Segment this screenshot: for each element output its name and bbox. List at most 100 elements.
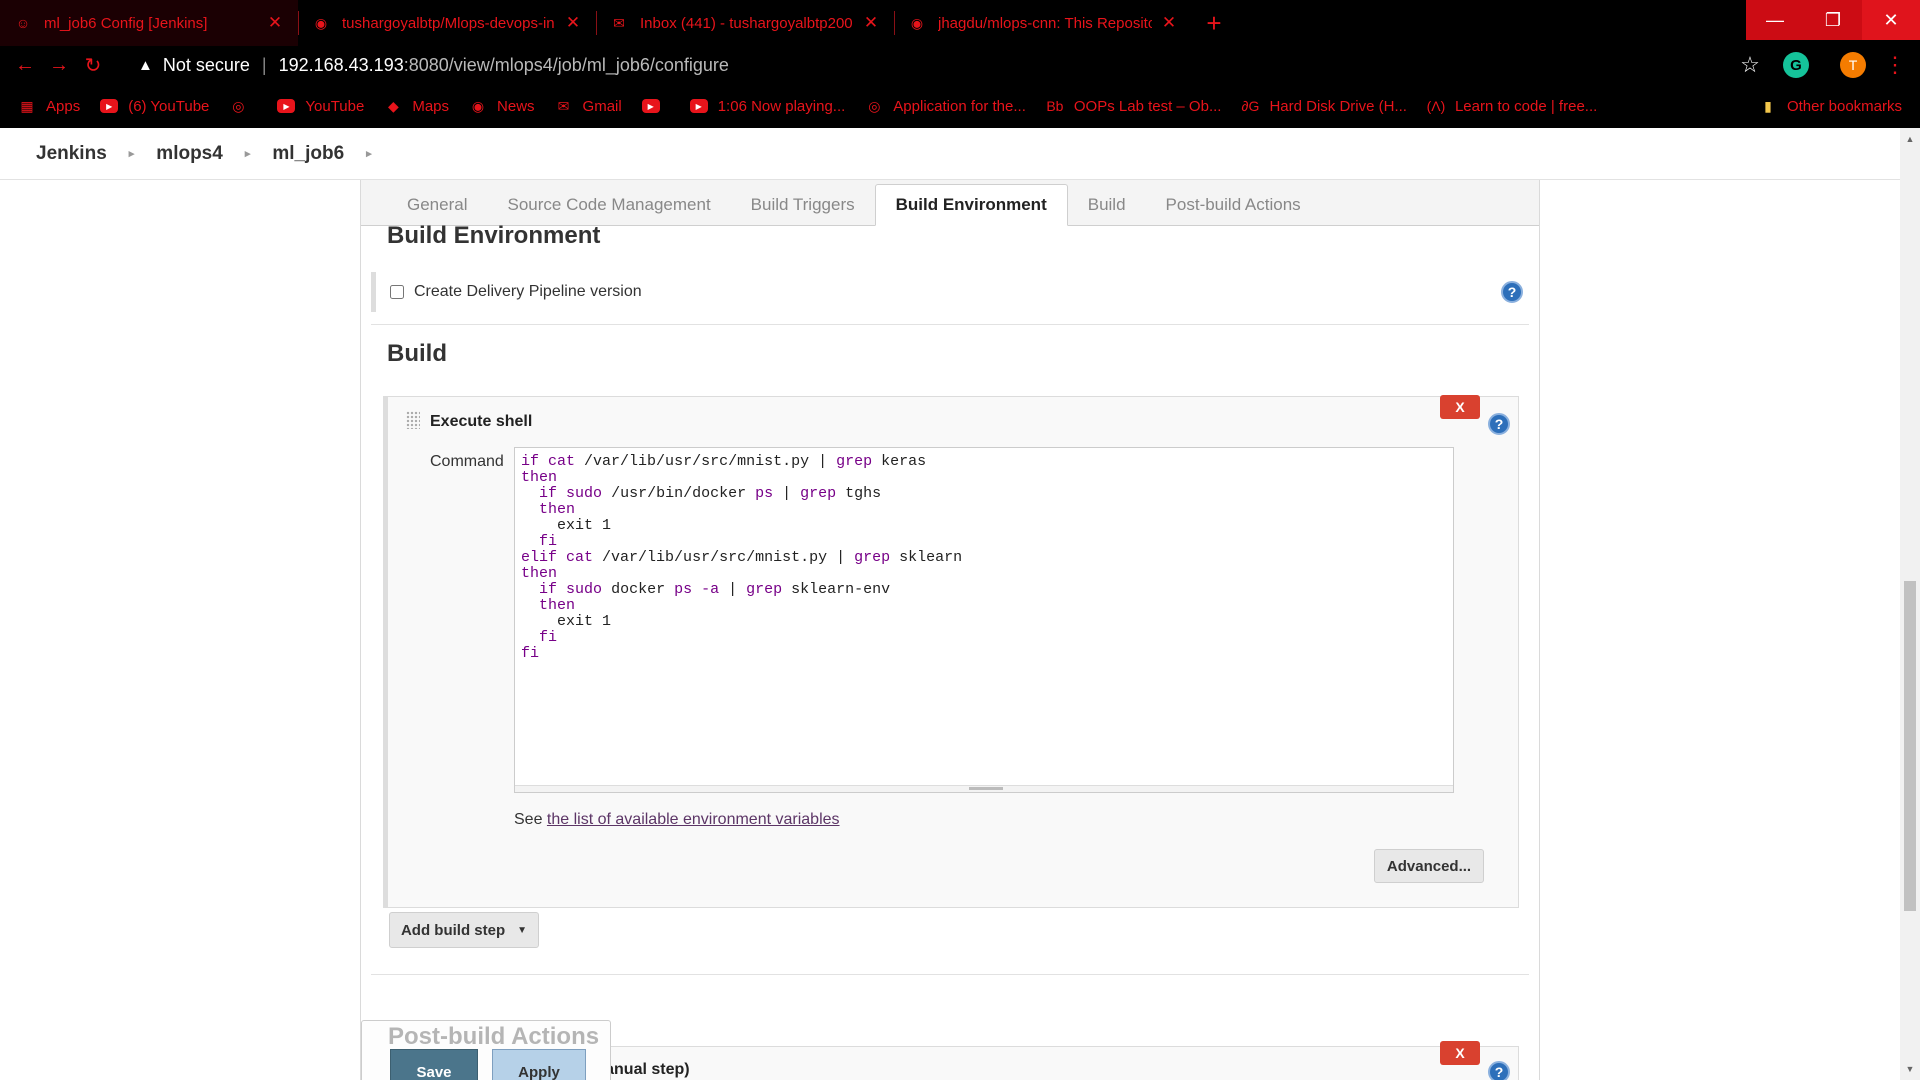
delivery-pipeline-row: Create Delivery Pipeline version ? — [371, 272, 1531, 312]
gmail-icon: ✉ — [557, 97, 570, 114]
bookmark-label: Maps — [412, 97, 450, 115]
delete-step-button[interactable]: X — [1440, 1041, 1480, 1065]
caret-down-icon: ▼ — [517, 924, 528, 936]
freecodecamp-icon: (Λ) — [1426, 98, 1446, 114]
bookmark-label: Gmail — [582, 97, 622, 115]
env-vars-hint: See the list of available environment va… — [514, 811, 840, 829]
minimize-button[interactable]: — — [1746, 0, 1804, 40]
build-environment-heading: Build Environment — [387, 222, 601, 249]
textarea-resize-handle[interactable] — [515, 785, 1453, 792]
new-tab-button[interactable]: + — [1192, 0, 1236, 46]
tab-source-code-management[interactable]: Source Code Management — [487, 185, 730, 225]
omnibox[interactable]: ▲ Not secure | 192.168.43.193:8080/view/… — [138, 50, 1758, 80]
bookmark-item[interactable]: ▦ Apps — [18, 97, 80, 115]
forward-button[interactable]: → — [44, 50, 74, 80]
add-build-step-button[interactable]: Add build step ▼ — [389, 912, 539, 948]
github-icon: ◉ — [910, 14, 924, 31]
maps-icon: ◆ — [387, 97, 399, 114]
bookmark-item[interactable]: ✉ Gmail — [555, 97, 622, 115]
close-window-button[interactable]: ✕ — [1862, 0, 1920, 40]
command-line: then — [521, 469, 558, 486]
scroll-up-icon[interactable]: ▲ — [1900, 130, 1920, 148]
breadcrumb-jenkins[interactable]: Jenkins — [36, 143, 107, 165]
browser-tab[interactable]: ☺ ml_job6 Config [Jenkins] ✕ — [0, 0, 298, 46]
command-line: if sudo docker ps -a | grep sklearn-env — [539, 581, 891, 598]
tab-post-build-actions[interactable]: Post-build Actions — [1146, 185, 1321, 225]
delete-step-button[interactable]: X — [1440, 395, 1480, 419]
breadcrumb-arrow-icon[interactable]: ▸ — [366, 147, 372, 160]
command-line: exit 1 — [521, 517, 612, 534]
reload-button[interactable]: ↻ — [78, 50, 108, 80]
bookmark-label: (6) YouTube — [128, 97, 210, 115]
scroll-down-icon[interactable]: ▼ — [1900, 1060, 1920, 1078]
page-scrollbar[interactable]: ▲ ▼ — [1900, 128, 1920, 1080]
bookmark-item[interactable]: ▶ (6) YouTube — [100, 97, 209, 115]
apply-button[interactable]: Apply — [492, 1049, 586, 1080]
bookmark-item[interactable]: ∂G Hard Disk Drive (H... — [1241, 97, 1407, 115]
tab-build-environment[interactable]: Build Environment — [874, 184, 1068, 226]
bookmark-item[interactable]: Bb OOPs Lab test – Ob... — [1046, 97, 1222, 115]
tab-general[interactable]: General — [387, 185, 487, 225]
section-divider — [371, 324, 1529, 325]
bookmark-star-icon[interactable]: ☆ — [1735, 50, 1765, 80]
url-path[interactable]: :8080/view/mlops4/job/ml_job6/configure — [404, 55, 729, 76]
command-label: Command — [430, 453, 504, 470]
close-tab-icon[interactable]: ✕ — [1160, 13, 1178, 33]
youtube-icon: ▶ — [641, 97, 660, 115]
browser-tab[interactable]: ✉ Inbox (441) - tushargoyalbtp200 ✕ — [596, 0, 894, 46]
bookmark-item[interactable]: ◎ Application for the... — [865, 97, 1026, 115]
folder-icon: ▮ — [1764, 97, 1772, 114]
help-icon[interactable]: ? — [1488, 413, 1510, 435]
delivery-pipeline-checkbox[interactable] — [390, 285, 404, 299]
bookmark-item[interactable]: ◆ Maps — [384, 97, 449, 115]
bookmark-item[interactable]: ◎ — [229, 97, 257, 115]
bookmark-item[interactable]: ◉ News — [469, 97, 535, 115]
bookmark-label: Application for the... — [893, 97, 1026, 115]
env-vars-link[interactable]: the list of available environment variab… — [547, 811, 840, 828]
breadcrumb-arrow-icon[interactable]: ▸ — [245, 147, 251, 160]
browser-menu-icon[interactable]: ⋮ — [1884, 50, 1906, 80]
browser-tab[interactable]: ◉ jhagdu/mlops-cnn: This Reposito ✕ — [894, 0, 1192, 46]
breadcrumb-mlops4[interactable]: mlops4 — [156, 143, 223, 165]
breadcrumb-arrow-icon[interactable]: ▸ — [129, 147, 135, 160]
bookmark-label: 1:06 Now playing... — [717, 97, 846, 115]
browser-tab[interactable]: ◉ tushargoyalbtp/Mlops-devops-in ✕ — [298, 0, 596, 46]
other-bookmarks[interactable]: ▮ Other bookmarks — [1759, 97, 1902, 115]
advanced-button[interactable]: Advanced... — [1374, 849, 1484, 883]
drag-handle-icon[interactable] — [406, 411, 420, 429]
bookmark-item[interactable]: ▶ 1:06 Now playing... — [689, 97, 846, 115]
scrollbar-thumb[interactable] — [1904, 581, 1916, 911]
close-tab-icon[interactable]: ✕ — [862, 13, 880, 33]
command-line: then — [521, 565, 558, 582]
section-divider — [371, 974, 1529, 975]
bookmark-item[interactable]: ▶ YouTube — [277, 97, 364, 115]
help-icon[interactable]: ? — [1488, 1061, 1510, 1080]
youtube-icon: ▶ — [100, 97, 119, 115]
youtube-icon: ▶ — [689, 97, 708, 115]
tab-title: ml_job6 Config [Jenkins] — [44, 14, 208, 32]
grammarly-extension-icon[interactable]: G — [1783, 52, 1809, 78]
close-tab-icon[interactable]: ✕ — [564, 13, 582, 33]
back-button[interactable]: ← — [10, 50, 40, 80]
bookmark-label: Apps — [46, 97, 81, 115]
bookmark-label: OOPs Lab test – Ob... — [1073, 97, 1222, 115]
help-icon[interactable]: ? — [1501, 281, 1523, 303]
security-label[interactable]: Not secure — [163, 55, 250, 76]
github-icon: ◉ — [314, 14, 328, 31]
add-build-step-label: Add build step — [400, 921, 506, 939]
command-line: fi — [539, 629, 558, 646]
bookmark-item[interactable]: ▶ — [641, 97, 670, 115]
tab-build[interactable]: Build — [1068, 185, 1146, 225]
bookmark-item[interactable]: (Λ) Learn to code | free... — [1426, 97, 1598, 115]
tab-build-triggers[interactable]: Build Triggers — [731, 185, 875, 225]
restore-button[interactable]: ❐ — [1804, 0, 1862, 40]
command-line: then — [539, 501, 576, 518]
close-tab-icon[interactable]: ✕ — [266, 13, 284, 33]
profile-avatar[interactable]: T — [1840, 52, 1866, 78]
reload-icon: ↻ — [84, 54, 102, 77]
url-host[interactable]: 192.168.43.193 — [279, 55, 404, 76]
breadcrumb-ml-job6[interactable]: ml_job6 — [272, 143, 344, 165]
command-textarea[interactable]: if cat /var/lib/usr/src/mnist.py | grep … — [514, 447, 1454, 793]
jenkins-page: Jenkins ▸ mlops4 ▸ ml_job6 ▸ General Sou… — [0, 128, 1920, 1080]
save-button[interactable]: Save — [390, 1049, 478, 1080]
